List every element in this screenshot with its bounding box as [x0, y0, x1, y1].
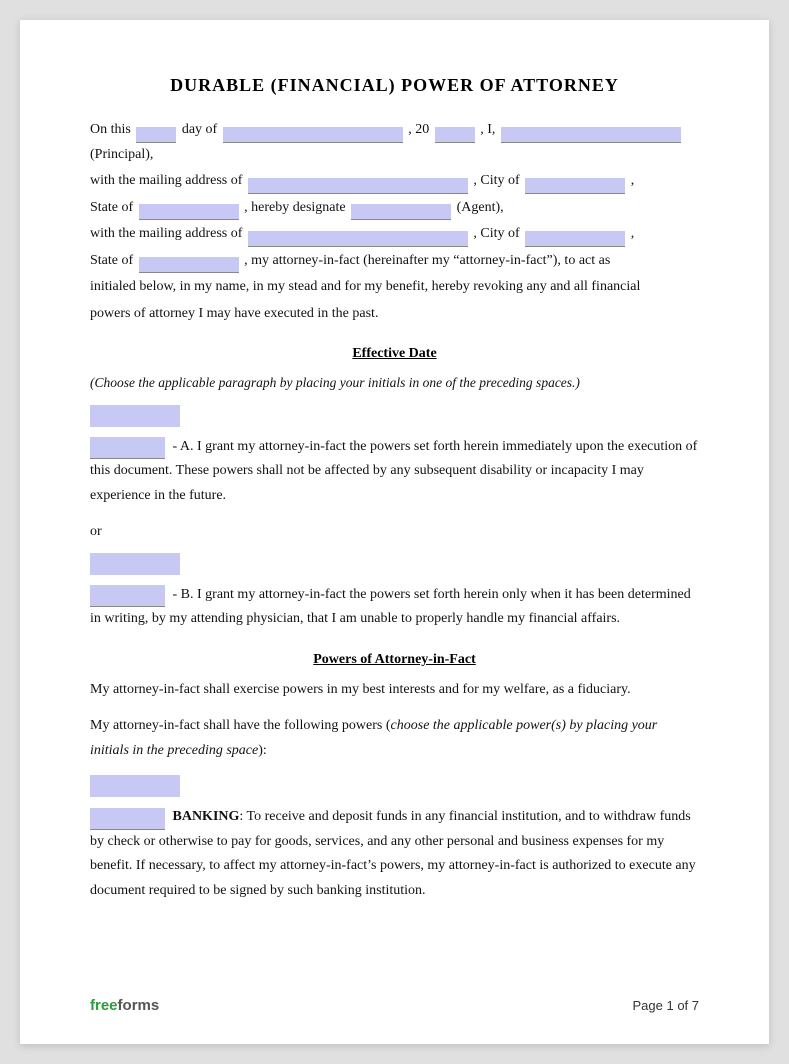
agent-address-field[interactable]: [248, 231, 468, 247]
initials-box-a-top[interactable]: [90, 405, 180, 427]
page-number: Page 1 of 7: [633, 998, 700, 1013]
powers-line1: My attorney-in-fact shall exercise power…: [90, 678, 699, 703]
option-a-label: - A.: [173, 439, 194, 454]
powers-line2-prefix: My attorney-in-fact shall have the follo…: [90, 718, 391, 733]
effective-date-instruction: (Choose the applicable paragraph by plac…: [90, 372, 699, 395]
effective-date-heading: Effective Date: [90, 346, 699, 362]
intro-designate: , hereby designate: [244, 200, 345, 215]
initials-field-b[interactable]: [90, 585, 165, 607]
month-field[interactable]: [223, 127, 403, 143]
option-b-label: - B.: [173, 587, 194, 602]
intro-mailing1: with the mailing address of: [90, 173, 242, 188]
principal-name-field[interactable]: [501, 127, 681, 143]
intro-city2: , City of: [473, 226, 519, 241]
intro-state2-label: State of: [90, 253, 133, 268]
intro-principal: (Principal),: [90, 147, 153, 162]
intro-state1-label: State of: [90, 200, 133, 215]
principal-address-field[interactable]: [248, 178, 468, 194]
powers-line2-suffix: ):: [258, 743, 267, 758]
intro-agent: (Agent),: [457, 200, 504, 215]
intro-line7: powers of attorney I may have executed i…: [90, 306, 378, 321]
initials-field-a[interactable]: [90, 437, 165, 459]
initials-field-banking[interactable]: [90, 808, 165, 830]
principal-state-field[interactable]: [139, 204, 239, 220]
or-separator: or: [90, 520, 699, 545]
intro-mailing2: with the mailing address of: [90, 226, 242, 241]
intro-attorney-suffix: , my attorney-in-fact (hereinafter my “a…: [244, 253, 610, 268]
intro-city1: , City of: [473, 173, 519, 188]
initials-box-b-top[interactable]: [90, 553, 180, 575]
brand-forms: forms: [118, 997, 160, 1014]
year-field[interactable]: [435, 127, 475, 143]
initials-box-banking-top[interactable]: [90, 775, 180, 797]
brand-logo: freeforms: [90, 997, 159, 1014]
day-field[interactable]: [136, 127, 176, 143]
document-page: DURABLE (FINANCIAL) POWER OF ATTORNEY On…: [20, 20, 769, 1044]
agent-state-field[interactable]: [139, 257, 239, 273]
agent-city-field[interactable]: [525, 231, 625, 247]
powers-heading: Powers of Attorney-in-Fact: [90, 652, 699, 668]
intro-day-of: day of: [182, 122, 217, 137]
banking-label: BANKING: [173, 809, 240, 824]
brand-free: free: [90, 997, 118, 1014]
document-title: DURABLE (FINANCIAL) POWER OF ATTORNEY: [90, 75, 699, 96]
intro-line6: initialed below, in my name, in my stead…: [90, 279, 640, 294]
document-footer: freeforms Page 1 of 7: [90, 997, 699, 1014]
agent-name-field[interactable]: [351, 204, 451, 220]
intro-on-this: On this: [90, 122, 131, 137]
principal-city-field[interactable]: [525, 178, 625, 194]
intro-i: , I,: [480, 122, 495, 137]
intro-year-prefix: , 20: [408, 122, 429, 137]
